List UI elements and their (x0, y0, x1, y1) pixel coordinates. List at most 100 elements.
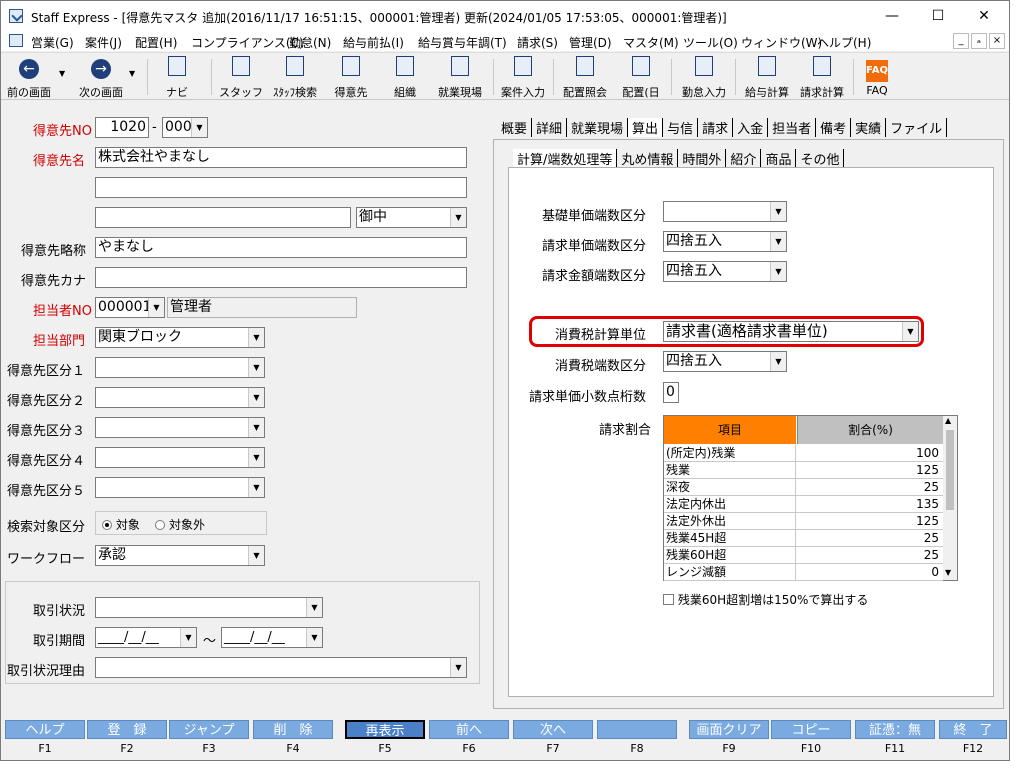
ot60-checkbox[interactable] (663, 594, 674, 605)
tab-calc[interactable]: 算出 (628, 118, 664, 137)
worksite-button[interactable]: 就業現場 (433, 56, 487, 99)
prev-screen-button[interactable]: ← 前の画面 (3, 56, 55, 99)
subtab-overtime[interactable]: 時間外 (678, 149, 727, 168)
bill-price-rounding-select[interactable]: 四捨五入 ▼ (663, 231, 787, 252)
trade-reason-select[interactable]: ▼ (95, 657, 467, 678)
close-button[interactable]: ✕ (961, 1, 1007, 31)
billing-calc-button[interactable]: 請求計算 (795, 56, 849, 99)
mdi-restore-button[interactable]: ₐ (971, 33, 987, 49)
grid-scrollbar[interactable]: ▲ ▼ (943, 416, 957, 580)
attendance-entry-button[interactable]: 勤怠入力 (677, 56, 731, 99)
menu-seikyu[interactable]: 請求(S) (517, 34, 558, 51)
navi-button[interactable]: ナビ (155, 56, 199, 99)
menu-maebarai[interactable]: 給与前払(I) (343, 34, 404, 51)
table-row[interactable]: レンジ減額 0 (664, 564, 943, 581)
customer-name2-input[interactable] (95, 177, 467, 198)
case-entry-button[interactable]: 案件入力 (497, 56, 549, 99)
menu-kanri[interactable]: 管理(D) (569, 34, 612, 51)
previous-button[interactable]: 前へ (429, 720, 509, 739)
register-button[interactable]: 登 録 (87, 720, 167, 739)
placement-inquiry-button[interactable]: 配置照会 (559, 56, 611, 99)
customer-no-input[interactable]: 1020 (95, 117, 149, 138)
chevron-down-icon[interactable]: ▼ (945, 568, 951, 577)
table-row[interactable]: 残業45H超 25 (664, 530, 943, 547)
subtab-other[interactable]: その他 (796, 149, 845, 168)
class2-select[interactable]: ▼ (95, 387, 265, 408)
payroll-calc-button[interactable]: 給与計算 (741, 56, 793, 99)
help-button[interactable]: ヘルプ (5, 720, 85, 739)
tab-staff[interactable]: 担当者 (768, 118, 817, 137)
organization-button[interactable]: 組織 (383, 56, 427, 99)
table-row[interactable]: 残業60H超 25 (664, 547, 943, 564)
f8-button[interactable] (597, 720, 677, 739)
exit-button[interactable]: 終 了 (939, 720, 1007, 739)
mdi-close-button[interactable]: × (989, 33, 1005, 49)
decimal-digits-input[interactable]: 0 (663, 382, 679, 403)
table-row[interactable]: 法定内休出 135 (664, 496, 943, 513)
next-history-dropdown-icon[interactable]: ▼ (129, 69, 135, 78)
short-name-input[interactable]: やまなし (95, 237, 467, 258)
trade-status-select[interactable]: ▼ (95, 597, 323, 618)
maximize-button[interactable]: ☐ (915, 1, 961, 31)
document-icon[interactable] (9, 34, 23, 47)
subtab-rounding-info[interactable]: 丸め情報 (617, 149, 679, 168)
tab-credit[interactable]: 与信 (663, 118, 699, 137)
subtab-product[interactable]: 商品 (761, 149, 797, 168)
base-price-rounding-select[interactable]: ▼ (663, 201, 787, 222)
faq-button[interactable]: FAQ FAQ (859, 56, 895, 98)
menu-window[interactable]: ウィンドウ(W) (741, 34, 822, 51)
menu-compliance[interactable]: コンプライアンス(C) (191, 34, 304, 51)
subtab-calc-rounding[interactable]: 計算/端数処理等 (513, 149, 618, 168)
customer-no-branch-select[interactable]: 000 ▼ (162, 117, 208, 138)
menu-help[interactable]: ヘルプ(H) (817, 34, 871, 51)
honorific-select[interactable]: 御中 ▼ (356, 207, 467, 228)
chevron-up-icon[interactable]: ▲ (945, 416, 951, 425)
table-row[interactable]: 深夜 25 (664, 479, 943, 496)
voucher-button[interactable]: 証憑：無 (855, 720, 935, 739)
tab-results[interactable]: 実績 (851, 118, 887, 137)
tab-files[interactable]: ファイル (886, 118, 948, 137)
clear-screen-button[interactable]: 画面クリア (689, 720, 769, 739)
tab-worksite[interactable]: 就業現場 (567, 118, 629, 137)
tax-calc-unit-select[interactable]: 請求書(適格請求書単位) ▼ (663, 321, 919, 342)
ot60-checkbox-row[interactable]: 残業60H超割増は150%で算出する (663, 591, 868, 608)
table-row[interactable]: (所定内)残業 100 (664, 445, 943, 462)
dept-select[interactable]: 関東ブロック ▼ (95, 327, 265, 348)
menu-tool[interactable]: ツール(O) (683, 34, 738, 51)
customer-name3-input[interactable] (95, 207, 351, 228)
staff-search-button[interactable]: ｽﾀｯﾌ検索 (267, 56, 323, 99)
tab-billing[interactable]: 請求 (698, 118, 734, 137)
tab-detail[interactable]: 詳細 (532, 118, 568, 137)
trade-period-from-input[interactable]: ____/__/__ ▼ (95, 627, 197, 648)
table-row[interactable]: 法定外休出 125 (664, 513, 943, 530)
minimize-button[interactable]: — (869, 1, 915, 31)
mdi-minimize-button[interactable]: _ (953, 33, 969, 49)
menu-master[interactable]: マスタ(M) (623, 34, 679, 51)
customer-button[interactable]: 得意先 (327, 56, 375, 99)
refresh-button[interactable]: 再表示 (345, 720, 425, 739)
jump-button[interactable]: ジャンプ (169, 720, 249, 739)
search-target-on-radio[interactable] (102, 520, 112, 530)
tab-notes[interactable]: 備考 (816, 118, 852, 137)
class3-select[interactable]: ▼ (95, 417, 265, 438)
staff-no-select[interactable]: 000001 ▼ (95, 297, 165, 318)
delete-button[interactable]: 削 除 (253, 720, 333, 739)
prev-history-dropdown-icon[interactable]: ▼ (59, 69, 65, 78)
menu-haichi[interactable]: 配置(H) (135, 34, 177, 51)
class1-select[interactable]: ▼ (95, 357, 265, 378)
kana-input[interactable] (95, 267, 467, 288)
search-target-off-radio[interactable] (155, 520, 166, 530)
staff-button[interactable]: スタッフ (217, 56, 265, 99)
tab-overview[interactable]: 概要 (497, 118, 533, 137)
scrollbar-thumb[interactable] (946, 430, 954, 510)
next-button[interactable]: 次へ (513, 720, 593, 739)
placement-daily-button[interactable]: 配置(日 (615, 56, 667, 99)
customer-name-input[interactable]: 株式会社やまなし (95, 147, 467, 168)
table-row[interactable]: 残業 125 (664, 462, 943, 479)
subtab-referral[interactable]: 紹介 (726, 149, 762, 168)
class5-select[interactable]: ▼ (95, 477, 265, 498)
trade-period-to-input[interactable]: ____/__/__ ▼ (221, 627, 323, 648)
bill-amount-rounding-select[interactable]: 四捨五入 ▼ (663, 261, 787, 282)
menu-eigyo[interactable]: 営業(G) (31, 34, 74, 51)
copy-button[interactable]: コピー (771, 720, 851, 739)
